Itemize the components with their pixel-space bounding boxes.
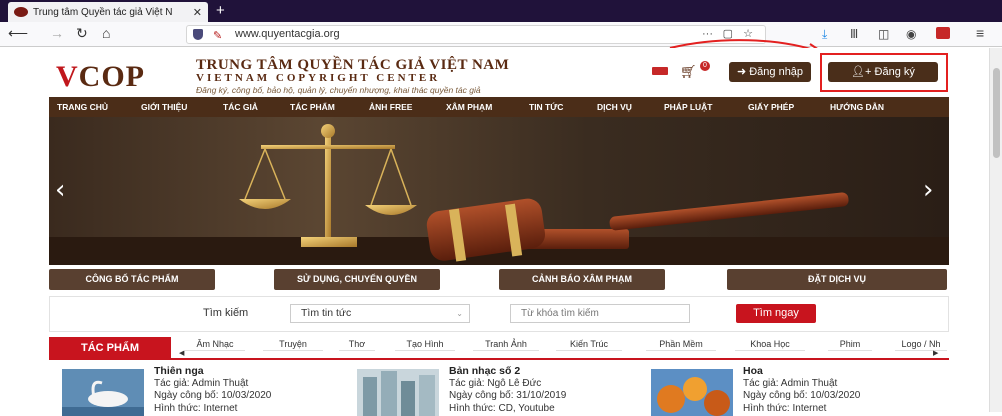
tab-title: Trung tâm Quyền tác giả Việt N: [33, 6, 173, 18]
reload-icon[interactable]: ↻: [76, 25, 88, 42]
search-label: Tìm kiếm: [203, 307, 249, 319]
service-transfer-button[interactable]: SỬ DỤNG, CHUYỂN QUYỀN: [274, 269, 440, 290]
autumn-leaves-thumbnail: [651, 369, 733, 416]
menu-item-free-images[interactable]: ẢNH FREE: [369, 102, 412, 112]
tab-architecture[interactable]: Kiến Trúc: [556, 338, 622, 351]
main-menu: TRANG CHỦ GIỚI THIỆU TÁC GIẢ TÁC PHẨM ẢN…: [49, 97, 949, 117]
close-tab-icon[interactable]: ✕: [193, 6, 202, 19]
work-title[interactable]: Hoa: [743, 365, 860, 378]
hamburger-menu-icon[interactable]: ≡: [976, 25, 984, 41]
menu-item-license[interactable]: GIẤY PHÉP: [748, 102, 794, 112]
tab-poetry[interactable]: Thơ: [339, 338, 375, 351]
scroll-thumb[interactable]: [993, 68, 1000, 158]
slogan: Đăng ký, công bố, bảo hộ, quản lý, chuyể…: [196, 85, 481, 95]
browser-tab[interactable]: Trung tâm Quyền tác giả Việt N ✕: [8, 2, 208, 22]
tab-fine-art[interactable]: Tạo Hình: [395, 338, 455, 351]
insecure-lock-icon[interactable]: ✎: [213, 28, 222, 45]
work-form: Hình thức: CD, Youtube: [449, 402, 555, 414]
language-flag-icon[interactable]: [652, 67, 668, 75]
menu-item-services[interactable]: DỊCH VỤ: [597, 102, 632, 112]
browser-tab-bar: Trung tâm Quyền tác giả Việt N ✕ +: [0, 0, 1002, 22]
search-type-select[interactable]: Tìm tin tức ⌄: [290, 304, 470, 323]
work-form: Hình thức: Internet: [154, 402, 238, 414]
web-page: VCOP TRUNG TÂM QUYỀN TÁC GIẢ VIỆT NAM VI…: [0, 48, 1002, 416]
menu-item-law[interactable]: PHÁP LUẬT: [664, 102, 713, 112]
chevron-down-icon: ⌄: [456, 309, 463, 318]
tab-stories[interactable]: Truyện: [263, 338, 323, 351]
buildings-thumbnail: [357, 369, 439, 416]
url-text: www.quyentacgia.org: [235, 28, 340, 40]
tab-film[interactable]: Phim: [828, 338, 872, 351]
works-section-title: TÁC PHẨM: [49, 337, 171, 360]
library-icon[interactable]: Ⅲ: [850, 27, 858, 41]
tracking-shield-icon[interactable]: [193, 29, 203, 40]
work-author: Tác giả: Admin Thuật: [743, 377, 838, 389]
menu-item-about[interactable]: GIỚI THIỆU: [141, 102, 187, 112]
hero-banner: ‹ ›: [49, 117, 949, 265]
menu-item-authors[interactable]: TÁC GIẢ: [223, 102, 258, 112]
work-form: Hình thức: Internet: [743, 402, 827, 414]
service-order-button[interactable]: ĐẶT DỊCH VỤ: [727, 269, 947, 290]
annotation-highlight-box: [820, 53, 948, 92]
tabs-scroll-left-icon[interactable]: ◀: [179, 349, 184, 357]
site-favicon-icon: [14, 7, 28, 17]
search-button[interactable]: Tìm ngay: [736, 304, 816, 323]
sidebar-icon[interactable]: ◫: [878, 27, 889, 41]
extension-icon[interactable]: ◉: [906, 27, 916, 41]
work-title[interactable]: Thiên nga: [154, 365, 271, 378]
tabs-scroll-right-icon[interactable]: ▶: [933, 349, 938, 357]
back-icon[interactable]: ⟵: [8, 25, 28, 42]
tab-music[interactable]: Âm Nhạc: [185, 338, 245, 351]
search-input[interactable]: [510, 304, 690, 323]
search-bar: Tìm kiếm Tìm tin tức ⌄ Tìm ngay: [49, 296, 949, 332]
banner-next-icon[interactable]: ›: [923, 175, 933, 205]
swan-thumbnail: [62, 369, 144, 416]
menu-item-guide[interactable]: HƯỚNG DẪN: [830, 102, 884, 112]
service-infringement-button[interactable]: CẢNH BÁO XÂM PHẠM: [499, 269, 665, 290]
menu-item-home[interactable]: TRANG CHỦ: [57, 102, 108, 112]
work-date: Ngày công bố: 31/10/2019: [449, 390, 567, 401]
work-date: Ngày công bố: 10/03/2020: [743, 390, 861, 401]
login-button[interactable]: ➜ Đăng nhập: [729, 62, 811, 82]
new-tab-icon[interactable]: +: [216, 2, 225, 19]
banner-prev-icon[interactable]: ‹: [55, 175, 65, 205]
work-author: Tác giả: Ngô Lê Đức: [449, 377, 542, 389]
tab-pictures[interactable]: Tranh Ảnh: [473, 338, 539, 351]
works-category-bar: TÁC PHẨM ◀ Âm Nhạc Truyện Thơ Tạo Hình T…: [49, 337, 949, 360]
tab-software[interactable]: Phần Mềm: [646, 338, 716, 351]
addon-icon[interactable]: [936, 27, 950, 39]
home-icon[interactable]: ⌂: [102, 25, 110, 41]
work-title[interactable]: Bản nhạc số 2: [449, 365, 566, 378]
page-scrollbar[interactable]: [989, 48, 1002, 412]
tab-science[interactable]: Khoa Học: [735, 338, 805, 351]
menu-item-works[interactable]: TÁC PHẨM: [290, 102, 335, 112]
vcop-logo[interactable]: VCOP: [56, 60, 145, 94]
tab-logo[interactable]: Logo / Nh: [895, 338, 947, 351]
menu-item-news[interactable]: TIN TỨC: [529, 102, 563, 112]
cart-icon[interactable]: 🛒︎: [680, 64, 697, 80]
forward-icon[interactable]: →: [50, 25, 64, 41]
work-author: Tác giả: Admin Thuật: [154, 377, 249, 389]
browser-nav-bar: ⟵ → ↻ ⌂ ✎ www.quyentacgia.org ··· ▢ ☆ ⤓ …: [0, 22, 1002, 47]
work-date: Ngày công bố: 10/03/2020: [154, 390, 272, 401]
service-publish-button[interactable]: CÔNG BỐ TÁC PHẨM: [49, 269, 215, 290]
scales-and-gavel-image: [49, 124, 949, 265]
org-name-en: VIETNAM COPYRIGHT CENTER: [196, 72, 441, 84]
cart-count-badge: 0: [700, 61, 710, 71]
menu-item-infringement[interactable]: XÂM PHẠM: [446, 102, 492, 112]
